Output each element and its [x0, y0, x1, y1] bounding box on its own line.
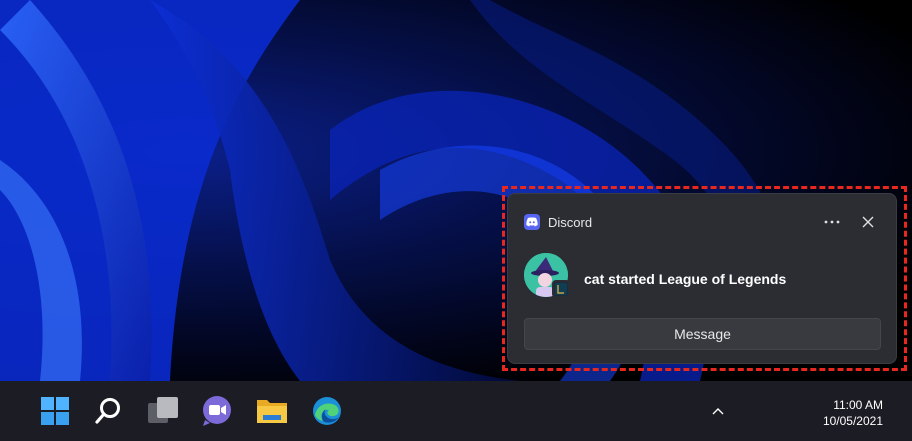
close-notification-button[interactable]	[854, 208, 882, 236]
task-view-icon[interactable]	[145, 393, 181, 429]
message-button[interactable]: Message	[524, 318, 881, 350]
chat-icon[interactable]	[199, 393, 235, 429]
edge-browser-icon[interactable]	[309, 393, 345, 429]
more-options-button[interactable]	[818, 208, 846, 236]
more-horizontal-icon	[824, 220, 840, 224]
close-icon	[862, 216, 874, 228]
discord-notification-toast[interactable]: Discord cat started League of Legends Me…	[507, 193, 897, 364]
clock-date: 10/05/2021	[822, 414, 883, 428]
toast-header: Discord	[508, 194, 896, 250]
notification-message: cat started League of Legends	[584, 271, 787, 287]
clock-time: 11:00 AM	[833, 398, 883, 412]
system-clock[interactable]: 11:00 AM 10/05/2021	[823, 397, 883, 429]
start-windows-icon[interactable]	[37, 393, 73, 429]
search-icon[interactable]	[90, 393, 126, 429]
taskbar: 11:00 AM 10/05/2021	[0, 381, 912, 441]
discord-icon	[524, 214, 540, 230]
file-explorer-icon[interactable]	[254, 393, 290, 429]
notification-app-name: Discord	[548, 215, 593, 230]
game-badge-icon	[552, 280, 570, 298]
chevron-up-icon[interactable]	[708, 401, 728, 421]
